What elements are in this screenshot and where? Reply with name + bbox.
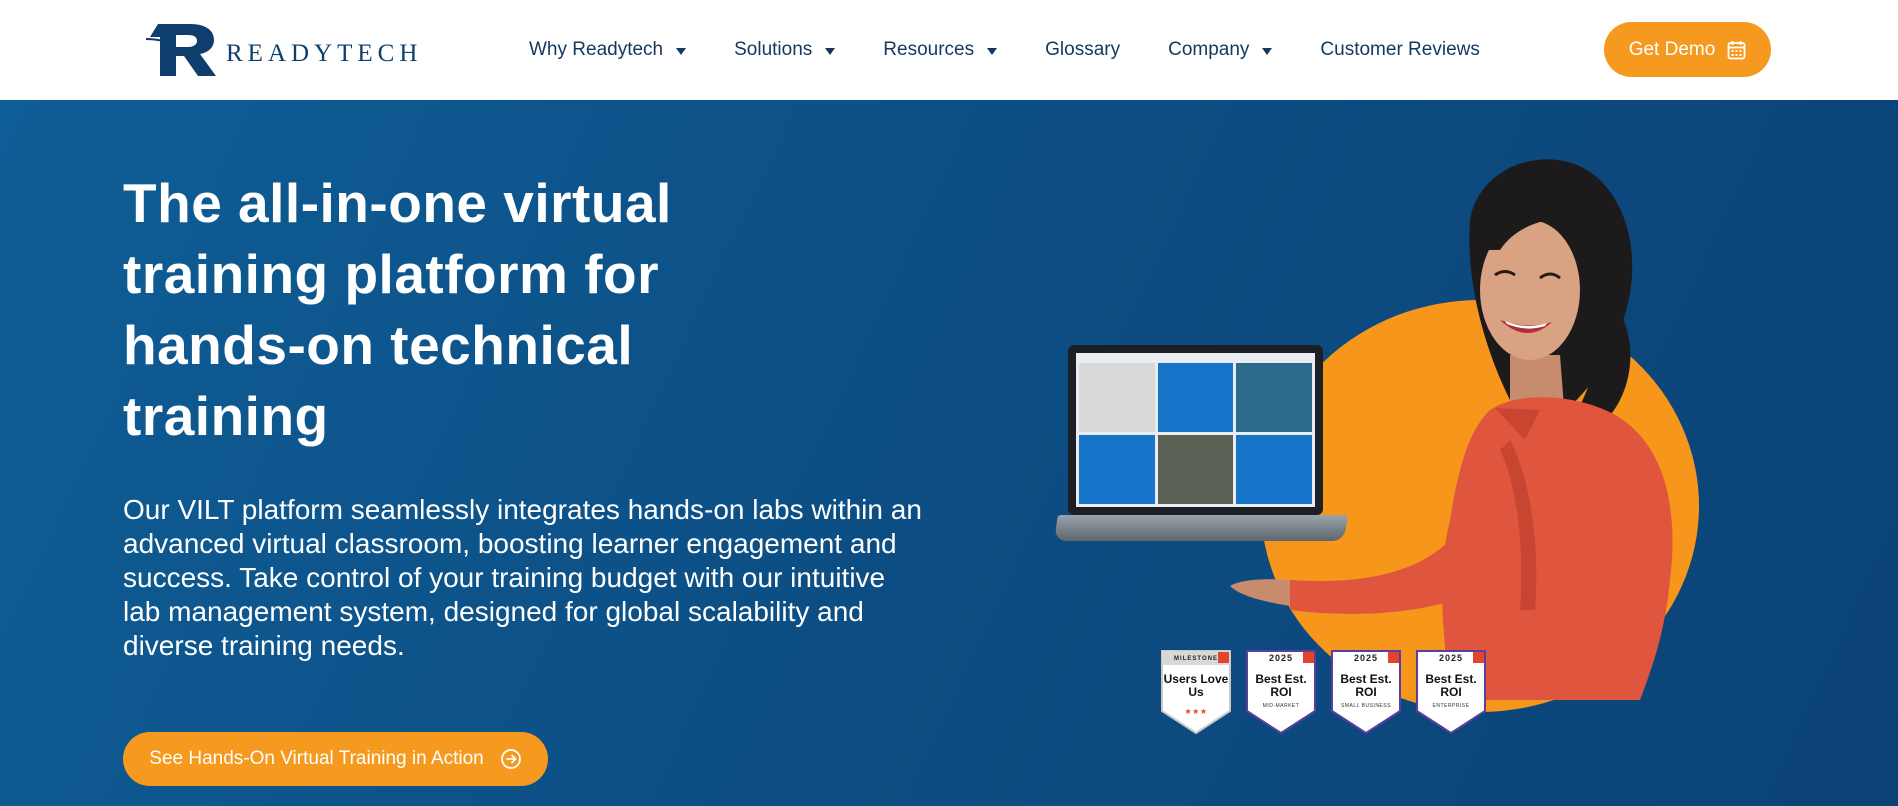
laptop-image [1054,345,1348,550]
hero-section: The all-in-one virtual training platform… [0,100,1898,806]
badge-main-label: Best Est. ROI [1255,672,1307,699]
award-badges: MILESTONE Users Love Us ★★★ 2025 Best Es… [1160,649,1500,735]
badge-main-label: Best Est. ROI [1340,672,1392,699]
badge-main-label: Users Love Us [1163,672,1229,699]
caret-down-icon [825,47,836,55]
nav-item-label: Glossary [1045,39,1121,60]
badge-top-label: MILESTONE [1174,656,1218,662]
see-training-in-action-button[interactable]: See Hands-On Virtual Training in Action [123,732,548,786]
badge-best-roi-mid-market: 2025 Best Est. ROI MID-MARKET [1245,649,1317,735]
nav-item-solutions[interactable]: Solutions [734,39,836,61]
virtual-lab-dashboard-image [1076,353,1315,507]
hero-description: Our VILT platform seamlessly integrates … [123,494,922,661]
caret-down-icon [676,47,687,55]
hero-title: The all-in-one virtual training platform… [123,172,672,447]
badge-users-love-us: MILESTONE Users Love Us ★★★ [1160,649,1232,735]
readytech-r-logo-icon [146,24,216,76]
nav-item-resources[interactable]: Resources [883,39,998,61]
caret-down-icon [1262,47,1273,55]
badge-top-label: 2025 [1268,653,1294,663]
nav-item-label: Solutions [734,39,813,60]
get-demo-button[interactable]: Get Demo [1604,22,1771,77]
cta-label: See Hands-On Virtual Training in Action [149,748,484,769]
nav-item-label: Why Readytech [529,39,664,60]
main-nav: Why Readytech Solutions Resources Glossa… [529,0,1528,100]
readytech-logo[interactable]: READYTECH [146,20,436,78]
badge-sub-label: ENTERPRISE [1432,703,1470,709]
badge-top-label: 2025 [1438,653,1464,663]
nav-item-customer-reviews[interactable]: Customer Reviews [1320,39,1479,61]
nav-item-label: Company [1168,39,1250,60]
calendar-icon [1727,40,1746,59]
logo-wordmark: READYTECH [226,40,423,67]
laptop-keyboard [1054,515,1348,541]
badge-top-label: 2025 [1353,653,1379,663]
badge-sub-label: MID-MARKET [1262,703,1300,709]
nav-item-label: Customer Reviews [1320,39,1480,60]
laptop-screen [1068,345,1323,515]
caret-down-icon [987,47,998,55]
badge-sub-label: SMALL BUSINESS [1341,703,1391,709]
nav-item-company[interactable]: Company [1168,39,1273,61]
nav-item-label: Resources [883,39,975,60]
badge-main-label: Best Est. ROI [1425,672,1477,699]
badge-best-roi-small-business: 2025 Best Est. ROI SMALL BUSINESS [1330,649,1402,735]
nav-item-glossary[interactable]: Glossary [1045,39,1120,61]
badge-stars: ★★★ [1184,707,1208,716]
get-demo-label: Get Demo [1628,38,1716,60]
hero-visual: MILESTONE Users Love Us ★★★ 2025 Best Es… [1040,140,1740,806]
nav-item-why-readytech[interactable]: Why Readytech [529,39,687,61]
site-header: READYTECH Why Readytech Solutions Resour… [0,0,1898,100]
badge-best-roi-enterprise: 2025 Best Est. ROI ENTERPRISE [1415,649,1487,735]
arrow-circle-right-icon [500,749,521,769]
